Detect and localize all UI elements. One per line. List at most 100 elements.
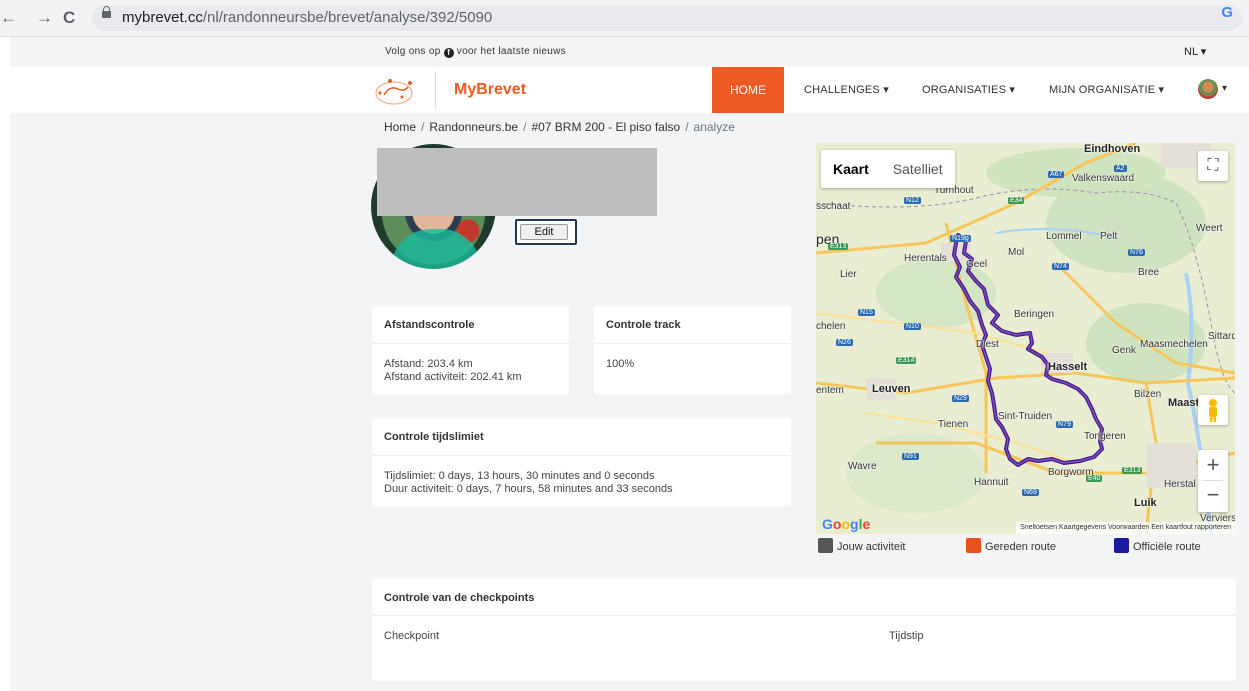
road-shield: N19g bbox=[950, 235, 971, 242]
zoom-out-button[interactable]: − bbox=[1198, 481, 1228, 511]
map-label: Sittard bbox=[1208, 331, 1235, 342]
map-label: Sint-Truiden bbox=[998, 411, 1053, 422]
column-header-checkpoint: Checkpoint bbox=[384, 630, 440, 642]
card-divider bbox=[372, 455, 791, 456]
road-shield: E314 bbox=[896, 357, 917, 364]
nav-organisaties[interactable]: ORGANISATIES ▾ bbox=[922, 83, 1015, 96]
card-divider bbox=[372, 343, 569, 344]
map-label: Tongeren bbox=[1084, 431, 1126, 442]
road-shield: N15 bbox=[858, 309, 875, 316]
card-afstandscontrole: Afstandscontrole Afstand: 203.4 km Afsta… bbox=[372, 306, 569, 394]
redacted-name bbox=[377, 148, 657, 216]
card-checkpoints: Controle van de checkpoints Checkpoint T… bbox=[372, 578, 1236, 681]
map-label: Bilzen bbox=[1134, 389, 1162, 400]
map-footer-links[interactable]: Sneltoetsen Kaartgegevens Voorwaarden Ee… bbox=[1016, 522, 1235, 534]
card-divider bbox=[594, 343, 791, 344]
card-title: Controle van de checkpoints bbox=[384, 592, 535, 604]
breadcrumb-club[interactable]: Randonneurs.be bbox=[429, 120, 518, 134]
map-label: Wavre bbox=[848, 461, 877, 472]
road-shield: N91 bbox=[902, 453, 919, 460]
brand-name[interactable]: MyBrevet bbox=[454, 81, 526, 99]
afstand-activiteit-value: Afstand activiteit: 202.41 km bbox=[384, 371, 522, 383]
fullscreen-icon[interactable]: ⛶ bbox=[1198, 151, 1228, 181]
card-title: Afstandscontrole bbox=[384, 319, 475, 331]
road-shield: N76 bbox=[1128, 249, 1145, 256]
street-view-icon[interactable] bbox=[1198, 395, 1228, 425]
url-host: mybrevet.cc bbox=[122, 9, 203, 26]
map-label: Leuven bbox=[872, 383, 911, 395]
road-shield: N69 bbox=[1022, 489, 1039, 496]
map-label: Mol bbox=[1008, 247, 1025, 258]
duur-activiteit-value: Duur activiteit: 0 days, 7 hours, 58 min… bbox=[384, 483, 673, 495]
legend-swatch bbox=[818, 538, 833, 553]
map-label: Tienen bbox=[938, 419, 969, 430]
road-shield: E34 bbox=[1008, 197, 1025, 204]
map-label: Luik bbox=[1134, 497, 1157, 509]
map-label: Eindhoven bbox=[1084, 143, 1141, 155]
map-label: Lommel bbox=[1046, 231, 1082, 242]
road-shield: N29 bbox=[952, 395, 969, 402]
legend-label: Officiële route bbox=[1133, 541, 1201, 553]
google-account-icon[interactable]: G bbox=[1221, 4, 1233, 21]
logo-icon[interactable] bbox=[370, 73, 422, 107]
road-shield: E313 bbox=[828, 243, 849, 250]
address-bar[interactable]: mybrevet.cc/nl/randonneursbe/brevet/anal… bbox=[92, 5, 1242, 31]
map-label: Hannuit bbox=[974, 477, 1009, 488]
map-label: Hasselt bbox=[1048, 361, 1088, 373]
map-label: Lier bbox=[840, 269, 857, 280]
legend-gereden-route: Gereden route bbox=[966, 538, 1056, 553]
road-shield: N74 bbox=[1052, 263, 1069, 270]
map-label: Beringen bbox=[1014, 309, 1055, 320]
follow-pre: Volg ons op bbox=[385, 46, 441, 57]
map-type-kaart[interactable]: Kaart bbox=[821, 150, 881, 188]
road-shield: N79 bbox=[1056, 421, 1073, 428]
follow-post: voor het laatste nieuws bbox=[456, 46, 566, 57]
follow-text: Volg ons op f voor het laatste nieuws bbox=[385, 46, 566, 58]
nav-home[interactable]: HOME bbox=[712, 67, 784, 113]
facebook-icon[interactable]: f bbox=[443, 48, 454, 58]
nav-mijn-organisatie[interactable]: MIJN ORGANISATIE ▾ bbox=[1049, 83, 1164, 96]
column-header-tijdstip: Tijdstip bbox=[889, 630, 924, 642]
route-map[interactable]: Eindhoven Valkenswaard Turnhout sschaat … bbox=[816, 143, 1235, 534]
map-label: Herstal bbox=[1164, 479, 1196, 490]
forward-icon[interactable]: → bbox=[36, 8, 53, 28]
breadcrumb-separator: / bbox=[421, 120, 425, 134]
map-type-toggle: Kaart Satelliet bbox=[821, 150, 955, 188]
track-value: 100% bbox=[606, 358, 635, 370]
announcement-bar: Volg ons op f voor het laatste nieuws NL… bbox=[10, 37, 1249, 67]
nav-challenges[interactable]: CHALLENGES ▾ bbox=[804, 83, 889, 96]
road-shield: N26 bbox=[836, 339, 853, 346]
legend-officiele-route: Officiële route bbox=[1114, 538, 1201, 553]
map-label: Herentals bbox=[904, 253, 947, 264]
zoom-in-button[interactable]: + bbox=[1198, 450, 1228, 480]
map-label: entem bbox=[816, 385, 844, 396]
card-title: Controle tijdslimiet bbox=[384, 431, 484, 443]
map-label: Diest bbox=[976, 339, 999, 350]
edit-button-label: Edit bbox=[520, 224, 568, 240]
map-type-satelliet[interactable]: Satelliet bbox=[881, 150, 955, 188]
card-controle-track: Controle track 100% bbox=[594, 306, 791, 394]
url-path: /nl/randonneursbe/brevet/analyse/392/509… bbox=[202, 9, 493, 26]
tijdslimiet-value: Tijdslimiet: 0 days, 13 hours, 30 minute… bbox=[384, 470, 655, 482]
map-label: chelen bbox=[816, 321, 846, 332]
legend-label: Gereden route bbox=[985, 541, 1056, 553]
back-icon[interactable]: ← bbox=[0, 8, 17, 28]
user-avatar[interactable] bbox=[1198, 79, 1218, 99]
language-selector[interactable]: NL ▾ bbox=[1184, 45, 1206, 58]
legend-label: Jouw activiteit bbox=[837, 541, 906, 553]
page: Volg ons op f voor het laatste nieuws NL… bbox=[10, 37, 1249, 691]
afstand-value: Afstand: 203.4 km bbox=[384, 358, 473, 370]
road-shield: E313 bbox=[1122, 467, 1143, 474]
breadcrumb-home[interactable]: Home bbox=[384, 120, 416, 134]
reload-icon[interactable]: C bbox=[63, 8, 75, 28]
breadcrumb-event[interactable]: #07 BRM 200 - El piso falso bbox=[531, 120, 680, 134]
main-navbar: MyBrevet HOME CHALLENGES ▾ ORGANISATIES … bbox=[10, 67, 1249, 113]
edit-button[interactable]: Edit bbox=[515, 219, 577, 245]
road-shield: N12 bbox=[904, 197, 921, 204]
card-title: Controle track bbox=[606, 319, 681, 331]
breadcrumb-separator: / bbox=[685, 120, 689, 134]
map-label: Weert bbox=[1196, 223, 1223, 234]
user-menu-caret[interactable]: ▾ bbox=[1222, 83, 1227, 94]
url-text[interactable]: mybrevet.cc/nl/randonneursbe/brevet/anal… bbox=[122, 9, 492, 26]
map-label: Geel bbox=[966, 259, 988, 270]
